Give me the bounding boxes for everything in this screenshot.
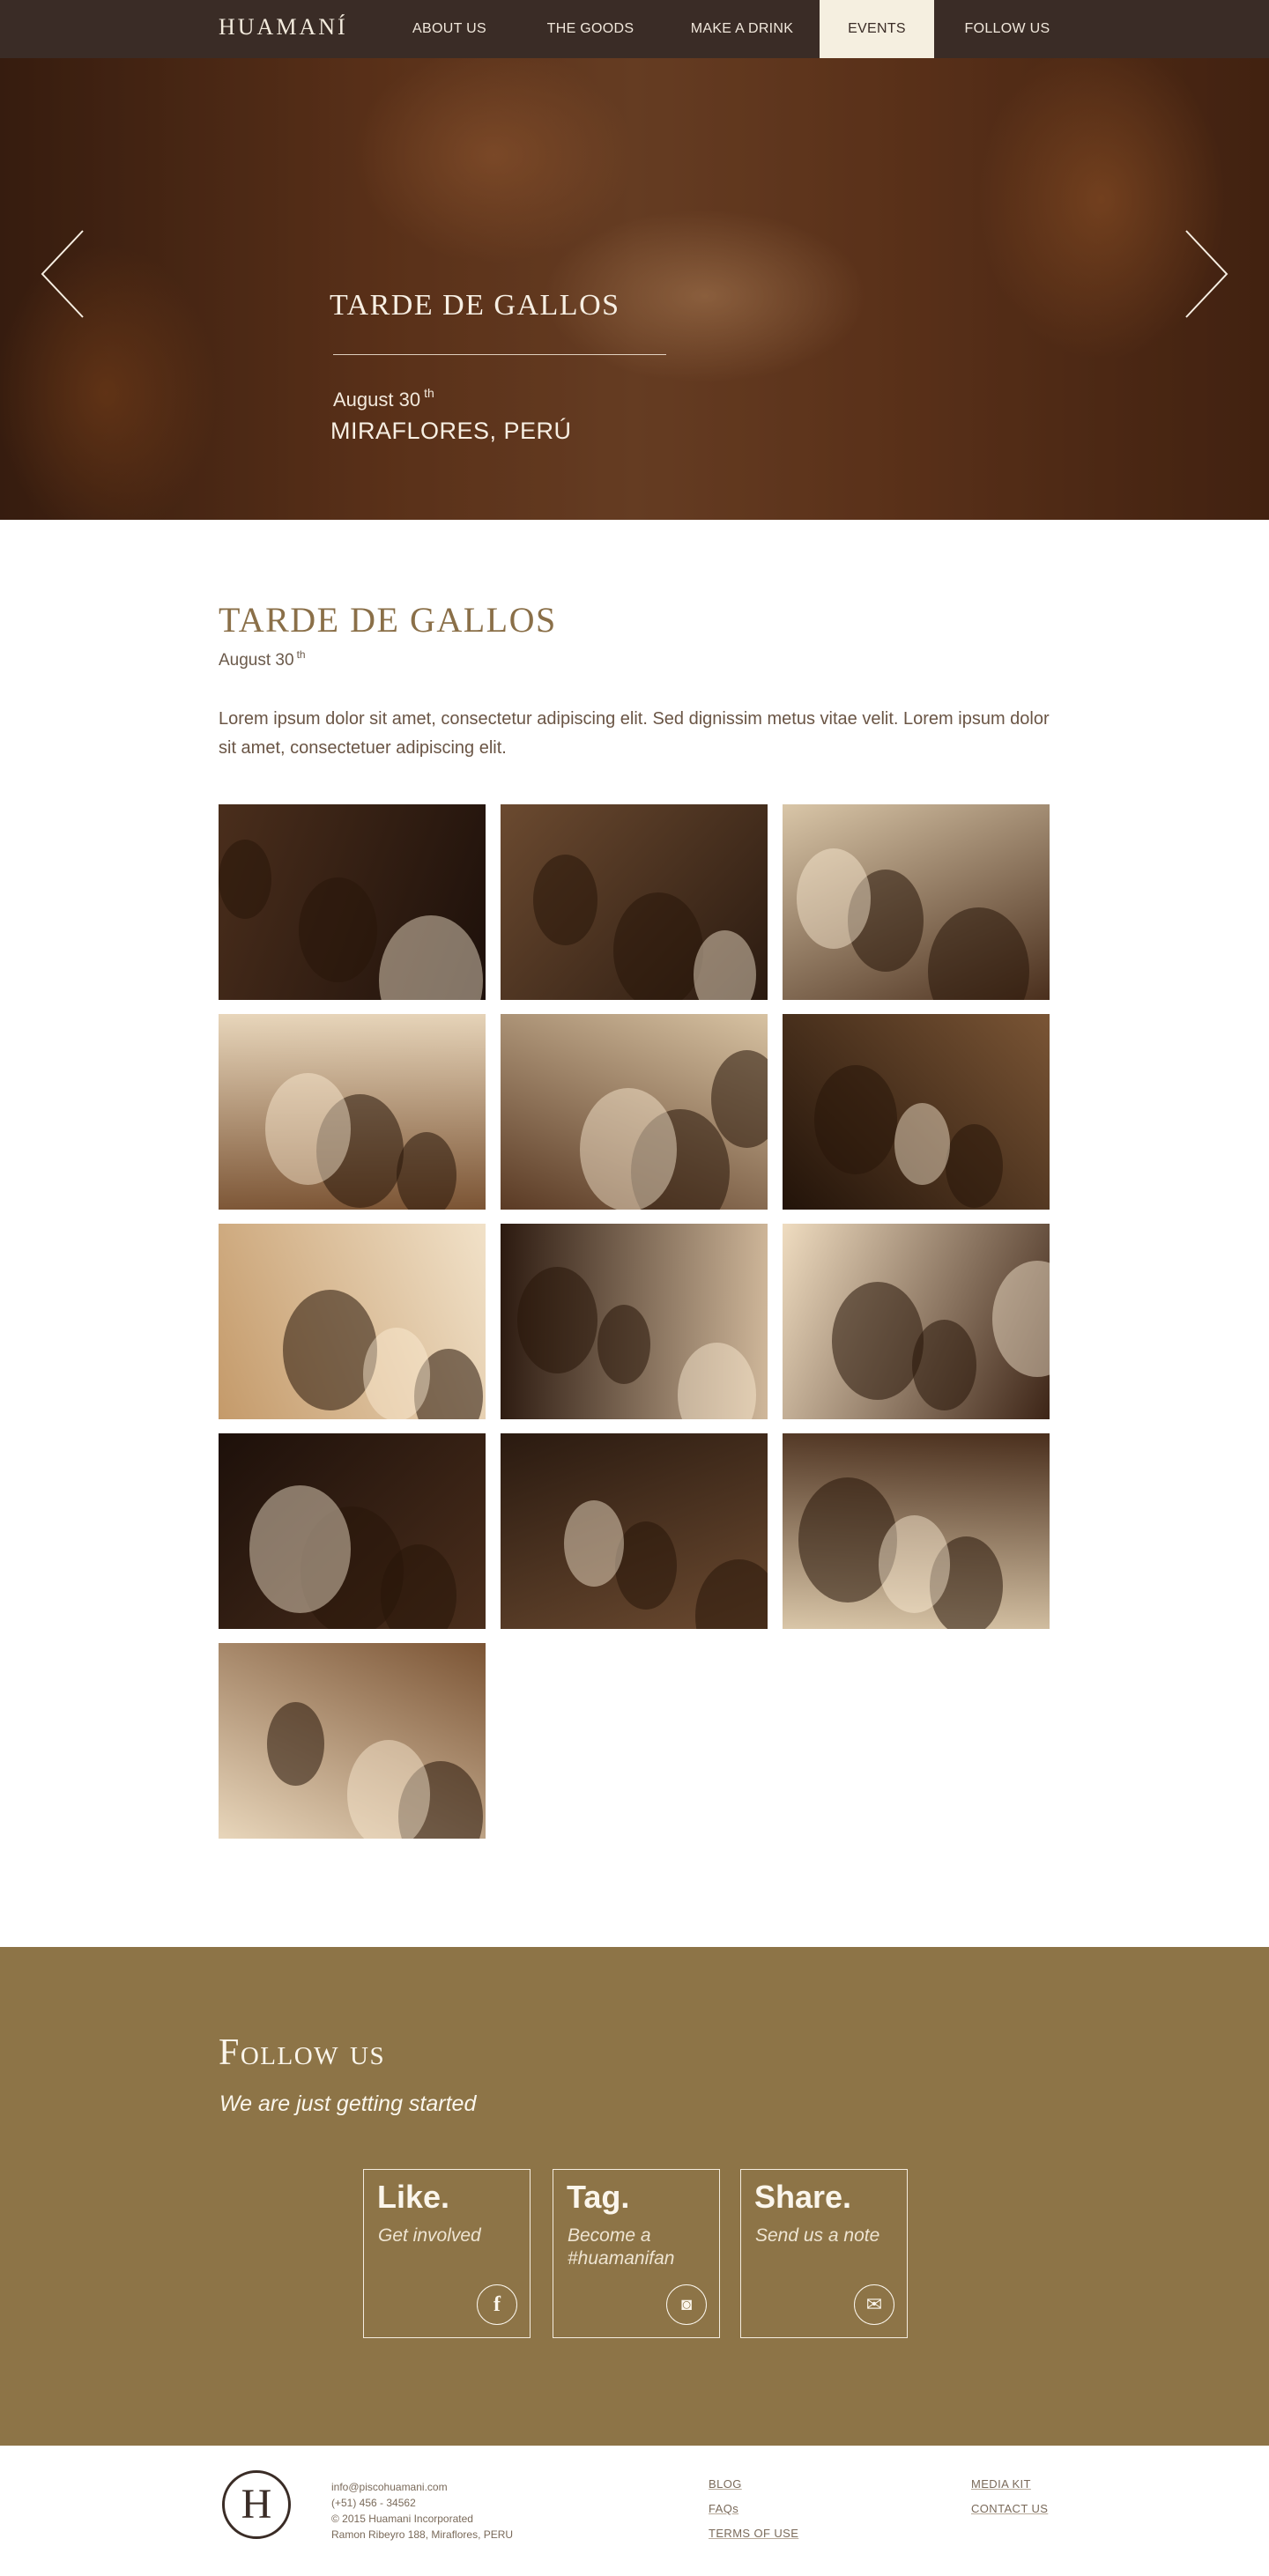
photo-shape <box>992 1261 1050 1377</box>
footer-link-contact-us[interactable]: CONTACT US <box>971 2502 1048 2515</box>
follow-us-title: Follow us <box>219 2032 386 2073</box>
gallery-photo-cockfight-arena[interactable] <box>783 1014 1050 1210</box>
hero-banner: TARDE DE GALLOS August 30th MIRAFLORES, … <box>0 58 1269 520</box>
share-card[interactable]: Share. Send us a note ✉ <box>740 2169 908 2338</box>
photo-shape <box>912 1320 976 1410</box>
follow-us-subtitle: We are just getting started <box>219 2091 477 2116</box>
photo-shape <box>564 1500 624 1587</box>
nav-item-make-a-drink[interactable]: MAKE A DRINK <box>672 0 813 58</box>
mail-icon[interactable]: ✉ <box>854 2284 894 2325</box>
gallery-photo-couple-smiling[interactable] <box>501 1014 768 1210</box>
gallery-photo-group-selfie[interactable] <box>219 1433 486 1629</box>
photo-shape <box>283 1290 377 1410</box>
photo-shape <box>381 1544 456 1629</box>
photo-shape <box>797 848 871 949</box>
event-description: Lorem ipsum dolor sit amet, consectetur … <box>219 709 1050 758</box>
photo-shape <box>613 892 703 1000</box>
photo-shape <box>299 877 377 982</box>
tag-card-title: Tag. <box>567 2179 630 2215</box>
footer-contact-info: info@piscohuamani.com (+51) 456 - 34562 … <box>331 2479 513 2543</box>
photo-shape <box>580 1088 677 1210</box>
share-card-subtitle: Send us a note <box>755 2225 880 2246</box>
footer-email[interactable]: info@piscohuamani.com <box>331 2479 513 2495</box>
photo-shape <box>397 1132 456 1210</box>
photo-shape <box>694 930 756 1000</box>
follow-us-section: Follow us We are just getting started Li… <box>0 1947 1269 2446</box>
hero-date: August 30th <box>333 386 434 411</box>
photo-shape <box>615 1521 677 1610</box>
tag-card[interactable]: Tag. Become a #huamanifan ◙ <box>553 2169 720 2338</box>
photo-shape <box>928 907 1029 1000</box>
chevron-left-icon[interactable] <box>35 226 88 322</box>
photo-shape <box>363 1328 430 1419</box>
photo-shape <box>249 1485 351 1613</box>
footer-link-blog[interactable]: BLOG <box>709 2477 742 2491</box>
hero-date-text: August 30 <box>333 389 421 411</box>
photo-shape <box>678 1343 756 1419</box>
share-card-title: Share. <box>754 2179 852 2215</box>
photo-shape <box>695 1559 768 1629</box>
instagram-icon[interactable]: ◙ <box>666 2284 707 2325</box>
hero-divider <box>333 354 666 355</box>
footer-address: Ramon Ribeyro 188, Miraflores, PERU <box>331 2528 514 2541</box>
like-card-title: Like. <box>377 2179 450 2215</box>
event-title: TARDE DE GALLOS <box>219 600 557 640</box>
gallery-photo-men-talking[interactable] <box>501 1224 768 1419</box>
gallery-photo-cockfight-arena[interactable] <box>783 1433 1050 1629</box>
photo-shape <box>267 1702 324 1786</box>
hero-image-overlay <box>0 58 1269 520</box>
gallery-photo-pisco-bottle[interactable] <box>219 1224 486 1419</box>
gallery-photo-woman-with-hat[interactable] <box>783 804 1050 1000</box>
photo-shape <box>879 1515 950 1613</box>
hero-location: MIRAFLORES, PERÚ <box>330 418 572 444</box>
gallery-photo-couple-smiling[interactable] <box>501 1433 768 1629</box>
footer-link-media-kit[interactable]: MEDIA KIT <box>971 2477 1031 2491</box>
photo-shape <box>814 1065 897 1174</box>
gallery-photo-arena-wall-sign[interactable] <box>219 804 486 1000</box>
footer-link-terms-of-use[interactable]: TERMS OF USE <box>709 2527 798 2540</box>
event-date-text: August 30 <box>219 651 294 670</box>
photo-shape <box>894 1103 950 1185</box>
nav-item-events[interactable]: EVENTS <box>820 0 934 58</box>
photo-shape <box>597 1305 650 1384</box>
facebook-icon[interactable]: f <box>477 2284 517 2325</box>
nav-item-about-us[interactable]: ABOUT US <box>388 0 511 58</box>
footer-monogram-logo[interactable]: H <box>222 2470 291 2539</box>
event-date-suffix: th <box>296 648 306 661</box>
gallery-photo-crowd-conversation[interactable] <box>783 1224 1050 1419</box>
nav-item-follow-us[interactable]: FOLLOW US <box>950 0 1065 58</box>
photo-shape <box>946 1124 1003 1208</box>
photo-shape <box>347 1740 430 1839</box>
photo-shape <box>379 915 483 1000</box>
logo[interactable]: HUAMANÍ <box>219 14 348 41</box>
top-nav: HUAMANÍ ABOUT US THE GOODS MAKE A DRINK … <box>0 0 1269 58</box>
event-date: August 30th <box>219 648 306 670</box>
footer-link-faqs[interactable]: FAQs <box>709 2502 738 2515</box>
like-card[interactable]: Like. Get involved f <box>363 2169 531 2338</box>
photo-shape <box>517 1267 597 1373</box>
hero-title: TARDE DE GALLOS <box>330 289 620 322</box>
footer-phone: (+51) 456 - 34562 <box>331 2497 416 2509</box>
footer: H info@piscohuamani.com (+51) 456 - 3456… <box>0 2446 1269 2576</box>
nav-item-the-goods[interactable]: THE GOODS <box>529 0 652 58</box>
photo-shape <box>219 840 271 919</box>
photo-shape <box>832 1282 924 1400</box>
gallery-photo-friends-with-hats[interactable] <box>501 804 768 1000</box>
chevron-right-icon[interactable] <box>1181 226 1234 322</box>
gallery-photo-pisco-bottle[interactable] <box>219 1643 486 1839</box>
like-card-subtitle: Get involved <box>378 2225 481 2246</box>
hero-date-suffix: th <box>424 386 434 400</box>
photo-shape <box>265 1073 351 1185</box>
gallery-photo-group-selfie[interactable] <box>219 1014 486 1210</box>
footer-copyright: © 2015 Huamani Incorporated <box>331 2513 473 2525</box>
photo-shape <box>533 855 597 945</box>
tag-card-subtitle: Become a #huamanifan <box>568 2225 675 2269</box>
